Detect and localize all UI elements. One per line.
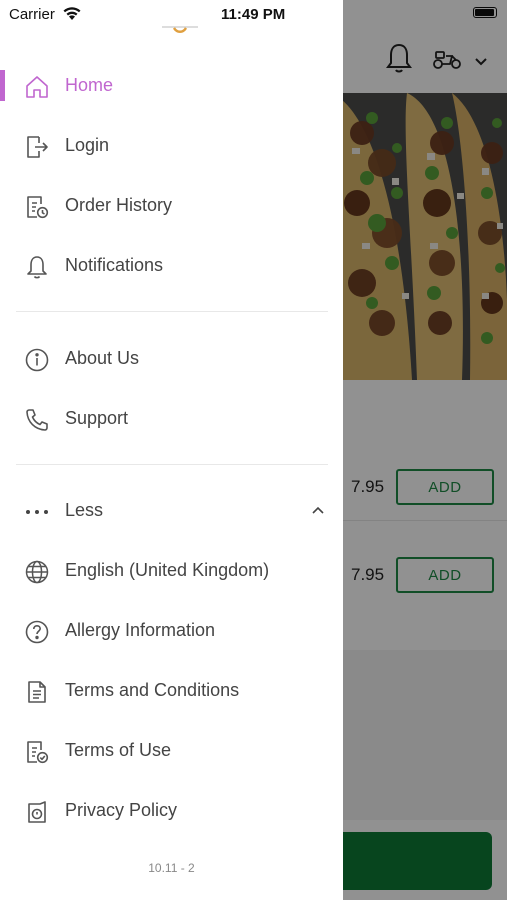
menu-item-label: Notifications [65,255,164,275]
menu-item-home[interactable]: Home [0,61,343,111]
menu-item-allergy-information[interactable]: Allergy Information [0,606,343,656]
menu-item-label: Support [65,408,129,428]
menu-divider [16,311,328,312]
document-check-icon [24,739,50,765]
menu-item-label: Privacy Policy [65,800,178,820]
menu-item-about-us[interactable]: About Us [0,334,343,384]
status-time: 11:49 PM [221,6,286,23]
menu-item-label: Home [65,75,114,95]
menu-item-label: Order History [65,195,173,215]
phone-icon [24,407,50,433]
more-dots-icon [24,499,50,525]
menu-item-label: English (United Kingdom) [65,560,270,580]
menu-item-order-history[interactable]: Order History [0,181,343,231]
logo-fragment [160,22,200,33]
carrier-label: Carrier [9,6,55,23]
menu-item-label: Less [65,500,104,520]
menu-item-label: Login [65,135,110,155]
privacy-icon [24,799,50,825]
info-icon [24,347,50,373]
menu-item-privacy-policy[interactable]: Privacy Policy [0,786,343,836]
menu-item-label: Allergy Information [65,620,216,640]
status-bar: Carrier 11:49 PM [0,0,343,33]
menu-item-notifications[interactable]: Notifications [0,241,343,291]
menu-item-label: Terms of Use [65,740,172,760]
menu-item-login[interactable]: Login [0,121,343,171]
menu-item-terms-and-conditions[interactable]: Terms and Conditions [0,666,343,716]
order-history-icon [24,194,50,220]
document-icon [24,679,50,705]
wifi-icon [62,6,82,25]
question-icon [24,619,50,645]
login-icon [24,134,50,160]
chevron-up-icon [311,503,325,517]
menu-item-less[interactable]: Less [0,486,343,536]
menu-item-label: Terms and Conditions [65,680,240,700]
menu-item-language[interactable]: English (United Kingdom) [0,546,343,596]
globe-icon [24,559,50,585]
side-drawer: Carrier 11:49 PM Home Login Order Histor… [0,0,343,900]
menu-divider [16,464,328,465]
bell-icon [24,254,50,280]
menu-item-label: About Us [65,348,140,368]
app-version: 10.11 - 2 [148,861,195,875]
menu-item-support[interactable]: Support [0,394,343,444]
home-icon [24,74,50,100]
menu-item-terms-of-use[interactable]: Terms of Use [0,726,343,776]
